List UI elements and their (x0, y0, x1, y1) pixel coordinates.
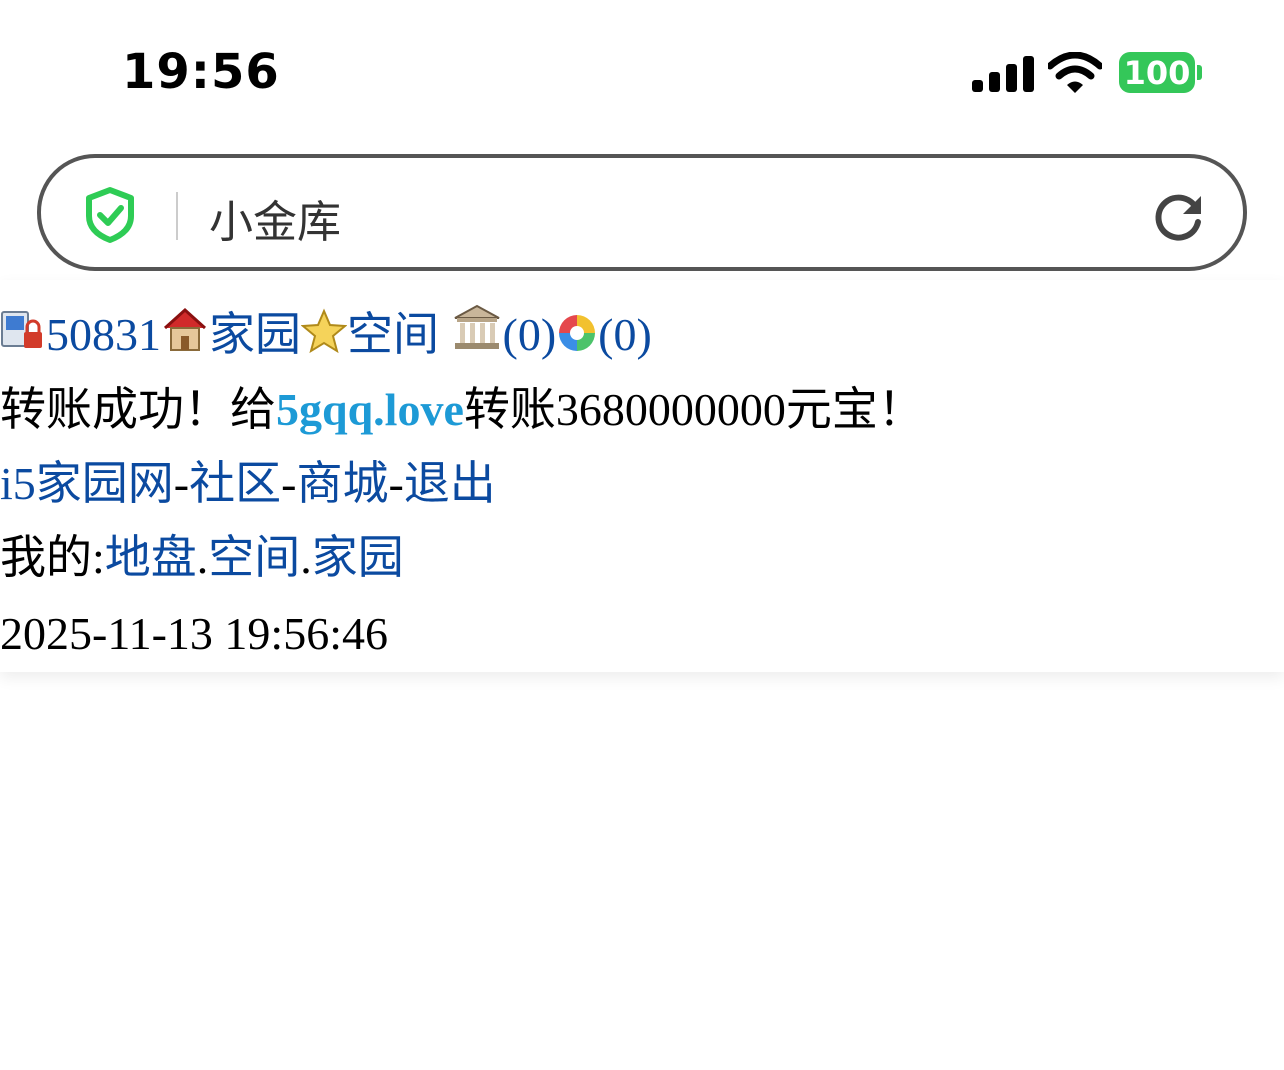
star-icon (301, 308, 347, 354)
battery-nub (1197, 65, 1202, 80)
my-home-link[interactable]: 家园 (312, 532, 404, 583)
site-links: i5家园网-社区-商城-退出 (0, 454, 496, 514)
land-link[interactable]: 地盘 (105, 532, 197, 583)
transfer-suffix: 转账3680000000元宝！ (463, 384, 924, 435)
album-count-link[interactable]: (0) (598, 309, 652, 360)
status-bar: 19:56 100 (0, 0, 1284, 140)
mine-label: 我的: (0, 532, 105, 583)
user-id-link[interactable]: 50831 (46, 309, 161, 360)
status-time: 19:56 (122, 44, 280, 100)
bank-icon (454, 304, 499, 349)
computer-lock-icon (1, 311, 42, 348)
separator: - (388, 458, 404, 509)
address-bar[interactable]: 小金库 (37, 154, 1247, 271)
nav-line: 50831 家园 空间 (0) (0) (0, 302, 652, 365)
page-content: 50831 家园 空间 (0) (0) 转账成功！给5gqq.love转账368… (0, 280, 1284, 672)
mine-links: 我的:地盘.空间.家园 (0, 528, 404, 588)
battery-icon: 100 (1119, 52, 1195, 93)
separator: - (173, 458, 190, 509)
separator: - (281, 458, 297, 509)
bank-count-link[interactable]: (0) (503, 309, 557, 360)
recipient-link[interactable]: 5gqq.love (276, 384, 464, 435)
address-bar-divider (176, 192, 178, 240)
logout-link[interactable]: 退出 (404, 458, 496, 509)
transfer-message: 转账成功！给5gqq.love转账3680000000元宝！ (0, 380, 924, 440)
separator: . (300, 532, 312, 583)
site-link[interactable]: i5家园网 (0, 458, 174, 509)
signal-icon (972, 56, 1034, 92)
page-title[interactable]: 小金库 (209, 186, 341, 250)
my-space-link[interactable]: 空间 (208, 532, 300, 583)
transfer-prefix: 转账成功！给 (0, 384, 276, 435)
album-icon (559, 315, 596, 351)
wifi-icon (1048, 52, 1102, 93)
timestamp: 2025-11-13 19:56:46 (0, 608, 388, 659)
home-link[interactable]: 家园 (209, 309, 301, 360)
space-link[interactable]: 空间 (347, 309, 439, 360)
separator: . (196, 532, 209, 583)
shield-icon (86, 187, 134, 243)
house-icon (163, 307, 207, 351)
reload-icon[interactable] (1151, 188, 1207, 244)
mall-link[interactable]: 商城 (296, 458, 388, 509)
battery-level: 100 (1123, 53, 1191, 92)
community-link[interactable]: 社区 (189, 458, 281, 509)
